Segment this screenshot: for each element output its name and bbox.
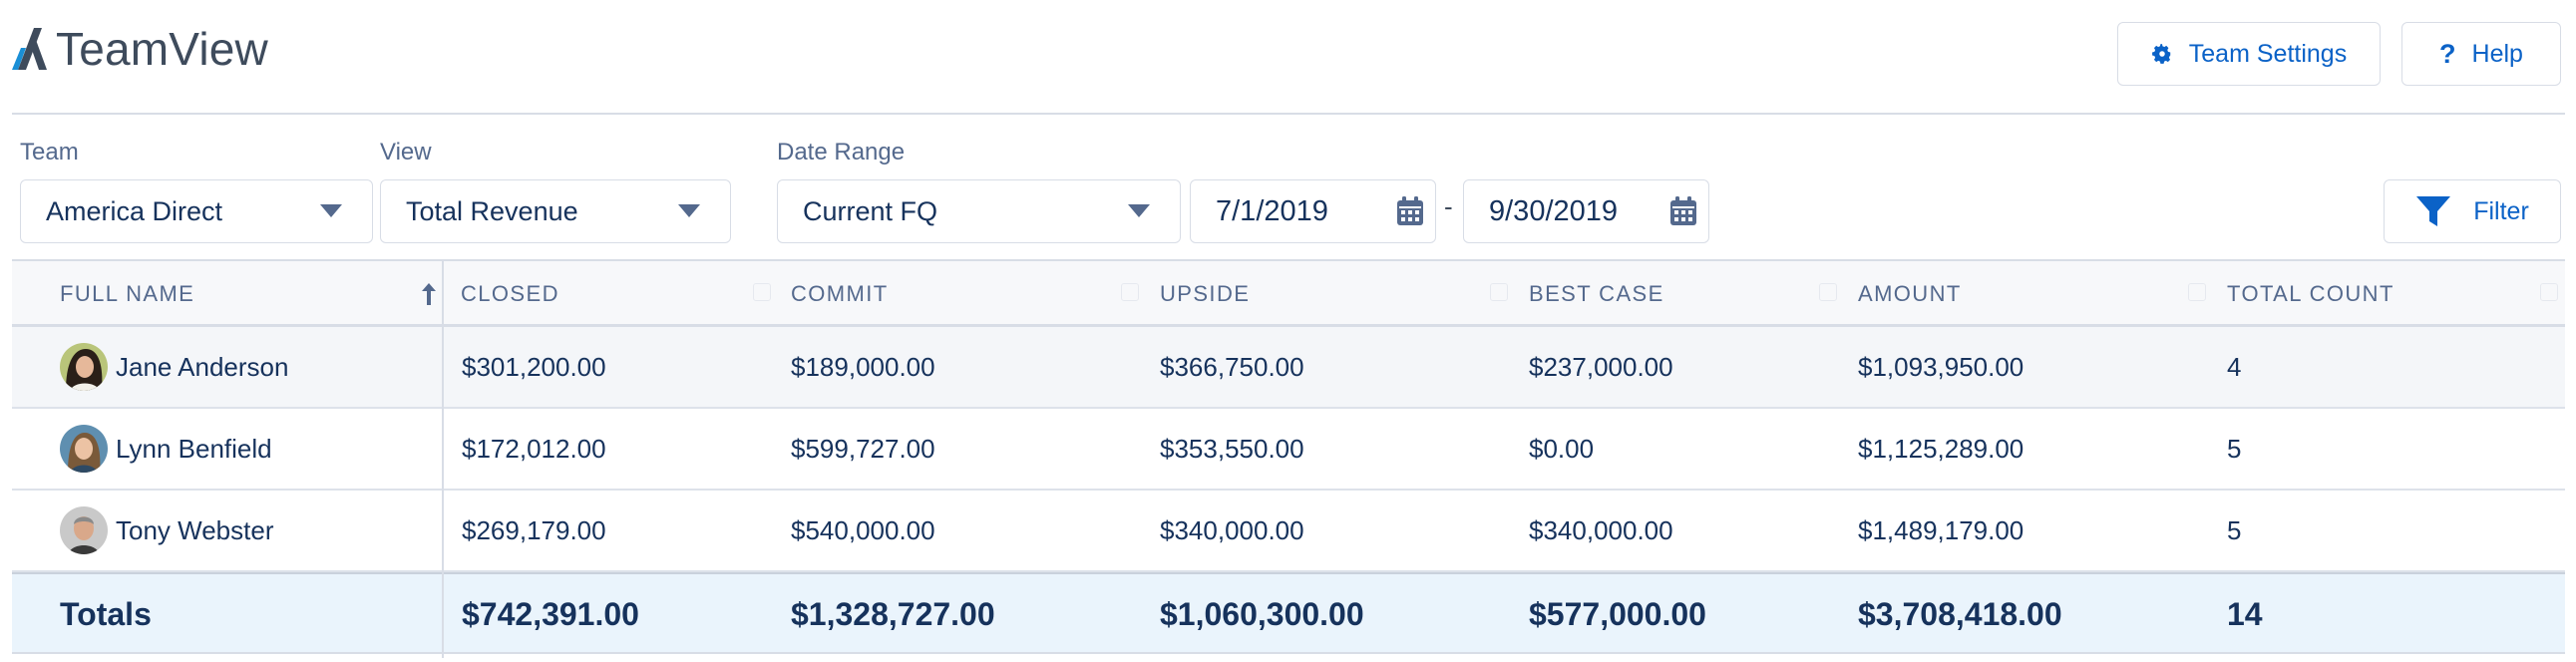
full-name[interactable]: Tony Webster — [116, 515, 273, 546]
table-row[interactable]: Jane Anderson $301,200.00 $189,000.00 $3… — [12, 327, 2565, 409]
table-row[interactable]: Tony Webster $269,179.00 $540,000.00 $34… — [12, 491, 2565, 572]
amount-cell: $1,489,179.00 — [1858, 514, 2024, 545]
upside-cell: $366,750.00 — [1160, 351, 1304, 382]
column-resize-handle[interactable] — [1121, 283, 1139, 301]
column-header-upside[interactable]: Upside — [1160, 261, 1250, 326]
column-header-best-case[interactable]: Best Case — [1529, 261, 1664, 326]
date-range-select[interactable]: Current FQ — [777, 179, 1181, 243]
column-header-commit[interactable]: Commit — [791, 261, 889, 326]
name-cell: Lynn Benfield — [60, 409, 272, 489]
date-range-select-value: Current FQ — [803, 195, 938, 226]
table-row[interactable]: Lynn Benfield $172,012.00 $599,727.00 $3… — [12, 409, 2565, 491]
gear-icon — [2151, 43, 2173, 65]
start-date-value: 7/1/2019 — [1216, 194, 1328, 227]
best-case-cell: $340,000.00 — [1529, 514, 1673, 545]
column-header-closed[interactable]: Closed — [461, 261, 559, 326]
totals-upside: $1,060,300.00 — [1160, 595, 1364, 632]
commit-cell: $189,000.00 — [791, 351, 935, 382]
avatar — [60, 425, 108, 473]
view-select[interactable]: Total Revenue — [380, 179, 731, 243]
column-resize-handle[interactable] — [2540, 283, 2558, 301]
column-resize-handle[interactable] — [1490, 283, 1508, 301]
question-icon: ? — [2439, 38, 2456, 69]
name-cell: Tony Webster — [60, 491, 273, 570]
team-label: Team — [20, 139, 79, 166]
full-name[interactable]: Lynn Benfield — [116, 434, 272, 465]
teamview-logo-icon — [12, 26, 48, 72]
totals-best-case: $577,000.00 — [1529, 595, 1706, 632]
avatar — [60, 343, 108, 391]
full-name[interactable]: Jane Anderson — [116, 352, 288, 383]
amount-cell: $1,125,289.00 — [1858, 433, 2024, 464]
closed-cell: $269,179.00 — [462, 514, 606, 545]
view-label: View — [380, 139, 432, 166]
help-button[interactable]: ? Help — [2401, 22, 2561, 86]
total-count-cell: 5 — [2227, 433, 2242, 464]
commit-cell: $540,000.00 — [791, 514, 935, 545]
calendar-icon[interactable] — [1395, 195, 1425, 235]
totals-commit: $1,328,727.00 — [791, 595, 995, 632]
app-header: TeamView Team Settings ? Help — [0, 0, 2576, 115]
upside-cell: $340,000.00 — [1160, 514, 1304, 545]
end-date-value: 9/30/2019 — [1489, 194, 1619, 227]
team-select-value: America Direct — [46, 195, 223, 226]
help-label: Help — [2471, 39, 2523, 68]
column-resize-handle[interactable] — [1819, 283, 1837, 301]
column-resize-handle[interactable] — [2188, 283, 2206, 301]
avatar — [60, 506, 108, 554]
calendar-icon[interactable] — [1668, 195, 1698, 235]
totals-row: Totals $742,391.00 $1,328,727.00 $1,060,… — [12, 572, 2565, 654]
amount-cell: $1,093,950.00 — [1858, 351, 2024, 382]
best-case-cell: $0.00 — [1529, 433, 1595, 464]
upside-cell: $353,550.00 — [1160, 433, 1304, 464]
funnel-icon — [2415, 194, 2451, 228]
total-count-cell: 5 — [2227, 514, 2242, 545]
filter-label: Filter — [2473, 196, 2529, 225]
commit-cell: $599,727.00 — [791, 433, 935, 464]
team-settings-label: Team Settings — [2188, 39, 2348, 68]
chevron-down-icon — [320, 204, 342, 217]
app-title: TeamView — [56, 23, 268, 75]
closed-cell: $172,012.00 — [462, 433, 606, 464]
team-select[interactable]: America Direct — [20, 179, 373, 243]
view-select-value: Total Revenue — [406, 195, 578, 226]
column-header-total-count[interactable]: Total Count — [2227, 261, 2394, 326]
sort-ascending-icon[interactable] — [420, 281, 438, 312]
name-cell: Jane Anderson — [60, 327, 288, 407]
frozen-column-divider — [442, 259, 444, 658]
totals-count: 14 — [2227, 595, 2263, 632]
column-header-full-name[interactable]: Full Name — [60, 261, 194, 326]
column-resize-handle[interactable] — [753, 283, 771, 301]
start-date-input[interactable]: 7/1/2019 — [1190, 179, 1436, 243]
chevron-down-icon — [1128, 204, 1150, 217]
totals-amount: $3,708,418.00 — [1858, 595, 2062, 632]
best-case-cell: $237,000.00 — [1529, 351, 1673, 382]
table-header: Full Name Closed Commit Upside Best Case… — [12, 259, 2565, 327]
totals-closed: $742,391.00 — [462, 595, 639, 632]
column-header-amount[interactable]: Amount — [1858, 261, 1962, 326]
chevron-down-icon — [678, 204, 700, 217]
date-range-label: Date Range — [777, 139, 906, 166]
header-divider — [12, 113, 2565, 115]
total-count-cell: 4 — [2227, 351, 2242, 382]
team-settings-button[interactable]: Team Settings — [2117, 22, 2381, 86]
date-separator: - — [1444, 191, 1453, 221]
totals-label: Totals — [60, 595, 152, 632]
closed-cell: $301,200.00 — [462, 351, 606, 382]
filter-button[interactable]: Filter — [2384, 179, 2561, 243]
end-date-input[interactable]: 9/30/2019 — [1463, 179, 1709, 243]
